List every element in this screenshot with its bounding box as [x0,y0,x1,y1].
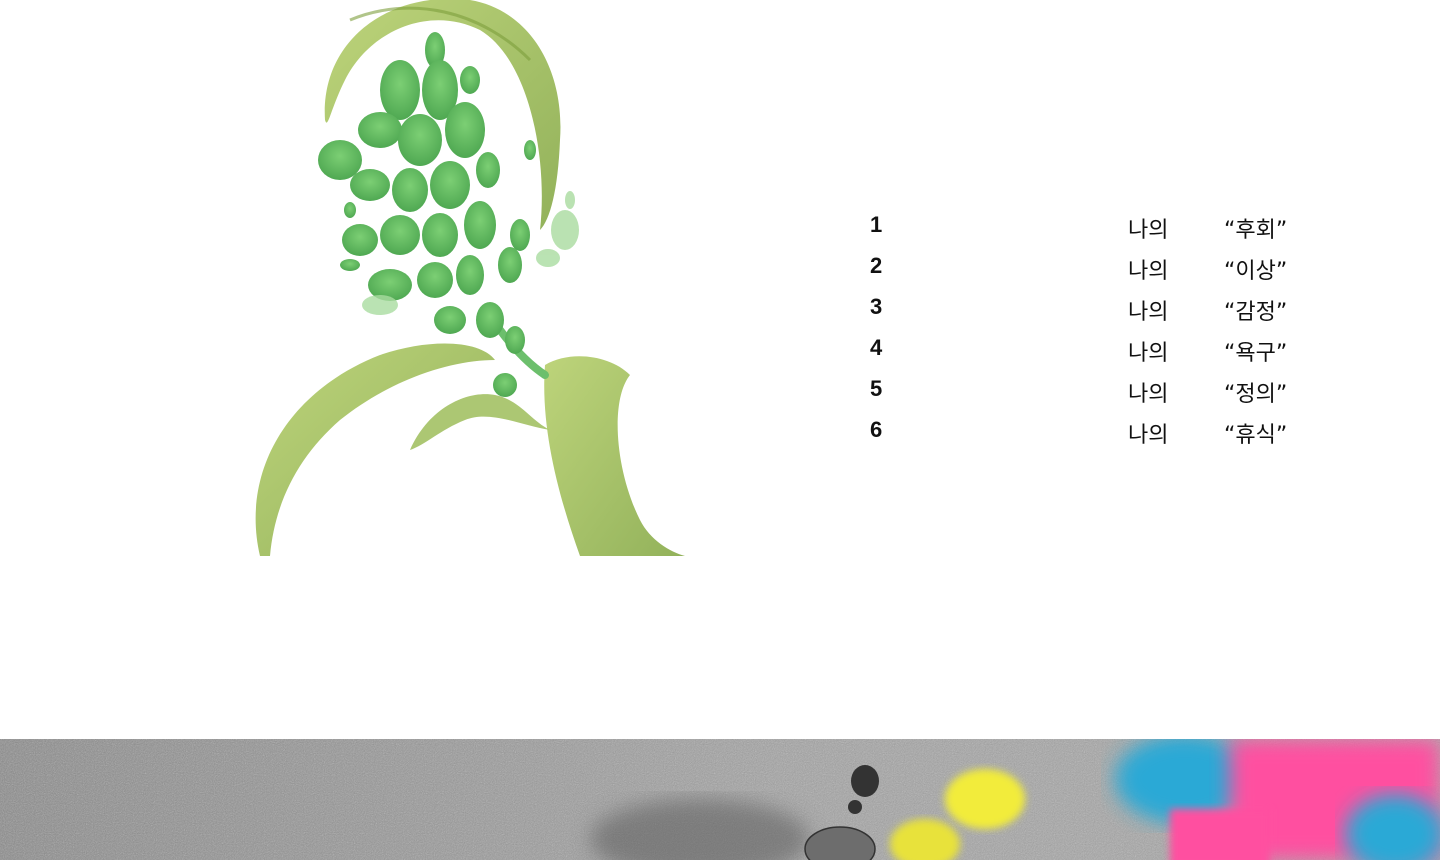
chapter-title: “감정” [1224,300,1288,325]
chapter-item-2[interactable]: 2 나의 “이상” [870,247,1300,288]
chapter-prefix: 나의 [1128,259,1169,284]
chapter-item-6[interactable]: 6 나의 “휴식” [870,411,1300,452]
chapter-number: 3 [870,294,883,319]
chapter-title: “휴식” [1224,423,1288,448]
chapter-title: “정의” [1224,382,1288,407]
mid-leaf [410,394,550,450]
right-leaf [544,356,685,556]
chapter-item-1[interactable]: 1 나의 “후회” [870,206,1300,247]
chapter-prefix: 나의 [1128,423,1169,448]
chapter-item-5[interactable]: 5 나의 “정의” [870,370,1300,411]
chapter-number: 1 [870,212,883,237]
chapter-prefix: 나의 [1128,300,1169,325]
chapter-title: “욕구” [1224,341,1288,366]
chapter-number: 5 [870,376,883,401]
chapter-title: “이상” [1224,259,1288,284]
chapter-prefix: 나의 [1128,382,1169,407]
chapter-list: 1 나의 “후회” 2 나의 “이상” 3 나의 “감정” 4 나의 “욕구” … [870,206,1300,452]
plant-illustration [255,0,685,556]
bud-cluster [318,32,536,397]
abstract-artwork-band [0,739,1440,860]
chapter-number: 6 [870,417,883,442]
chapter-number: 2 [870,253,883,278]
chapter-prefix: 나의 [1128,218,1169,243]
chapter-prefix: 나의 [1128,341,1169,366]
chapter-item-4[interactable]: 4 나의 “욕구” [870,329,1300,370]
left-leaf [255,343,495,556]
chapter-title: “후회” [1224,218,1288,243]
chapter-item-3[interactable]: 3 나의 “감정” [870,288,1300,329]
chapter-number: 4 [870,335,883,360]
page: 1 나의 “후회” 2 나의 “이상” 3 나의 “감정” 4 나의 “욕구” … [0,0,1440,860]
